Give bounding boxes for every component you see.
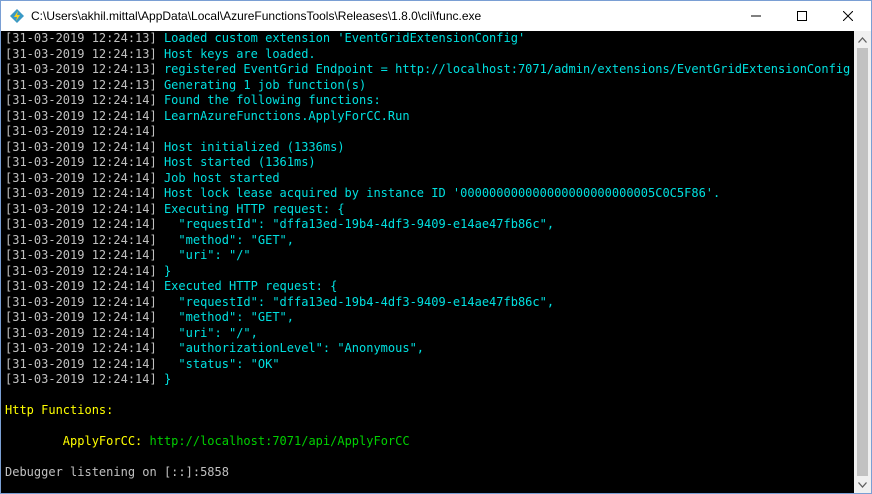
maximize-icon (797, 11, 807, 21)
log-line: [31-03-2019 12:24:14] Host started (1361… (5, 155, 850, 171)
maximize-button[interactable] (779, 1, 825, 31)
log-timestamp: [31-03-2019 12:24:13] (5, 46, 157, 61)
log-message: Loaded custom extension 'EventGridExtens… (156, 31, 526, 45)
log-timestamp: [31-03-2019 12:24:14] (5, 294, 157, 309)
log-line: [31-03-2019 12:24:14] Host initialized (… (5, 140, 850, 156)
log-timestamp: [31-03-2019 12:24:14] (5, 310, 157, 324)
log-message: Host lock lease acquired by instance ID … (156, 186, 721, 200)
scroll-down-button[interactable] (854, 476, 871, 493)
log-timestamp: [31-03-2019 12:24:14] (5, 341, 157, 355)
scrollbar-thumb[interactable] (857, 48, 868, 476)
log-line: [31-03-2019 12:24:14] "authorizationLeve… (5, 341, 850, 357)
log-message: Found the following functions: (156, 93, 381, 107)
function-entry-line: ApplyForCC: http://localhost:7071/api/Ap… (5, 434, 850, 450)
log-line: [31-03-2019 12:24:14] Job host started (5, 171, 850, 187)
log-timestamp: [31-03-2019 12:24:14] (5, 279, 157, 293)
close-button[interactable] (825, 1, 871, 31)
log-line: [31-03-2019 12:24:14] Executed HTTP requ… (5, 279, 850, 295)
log-line: [31-03-2019 12:24:13] Generating 1 job f… (5, 78, 850, 94)
console-window: C:\Users\akhil.mittal\AppData\Local\Azur… (0, 0, 872, 494)
log-message: Executed HTTP request: { (156, 279, 338, 293)
log-line: [31-03-2019 12:24:14] LearnAzureFunction… (5, 109, 850, 125)
log-timestamp: [31-03-2019 12:24:14] (5, 372, 157, 386)
log-message: } (156, 372, 172, 386)
window-controls (733, 1, 871, 31)
scroll-up-button[interactable] (854, 31, 871, 48)
title-bar[interactable]: C:\Users\akhil.mittal\AppData\Local\Azur… (1, 1, 871, 31)
log-timestamp: [31-03-2019 12:24:14] (5, 263, 157, 278)
log-line: [31-03-2019 12:24:14] (5, 124, 850, 140)
log-timestamp: [31-03-2019 12:24:14] (5, 232, 157, 247)
log-message: Host started (1361ms) (156, 155, 316, 169)
log-message: "requestId": "dffa13ed-19b4-4df3-9409-e1… (156, 294, 555, 309)
function-name: ApplyForCC: (5, 434, 143, 448)
log-line: [31-03-2019 12:24:14] Found the followin… (5, 93, 850, 109)
log-line: [31-03-2019 12:24:14] "uri": "/" (5, 248, 850, 264)
log-line: [31-03-2019 12:24:14] "method": "GET", (5, 310, 850, 326)
log-line: [31-03-2019 12:24:14] "status": "OK" (5, 357, 850, 373)
log-timestamp: [31-03-2019 12:24:14] (5, 217, 157, 231)
log-message: Executing HTTP request: { (156, 201, 345, 216)
log-timestamp: [31-03-2019 12:24:14] (5, 248, 157, 262)
log-timestamp: [31-03-2019 12:24:13] (5, 62, 157, 76)
vertical-scrollbar[interactable] (854, 31, 871, 493)
log-lines: [31-03-2019 12:24:13] Loaded custom exte… (5, 31, 850, 481)
http-functions-header-line: Http Functions: (5, 403, 850, 419)
log-timestamp: [31-03-2019 12:24:13] (5, 31, 157, 45)
log-message: "uri": "/" (156, 248, 251, 262)
debugger-line: Debugger listening on [::]:5858 (5, 465, 850, 481)
minimize-icon (751, 15, 761, 17)
log-timestamp: [31-03-2019 12:24:14] (5, 325, 157, 340)
console-output[interactable]: [31-03-2019 12:24:13] Loaded custom exte… (1, 31, 854, 493)
window-title: C:\Users\akhil.mittal\AppData\Local\Azur… (31, 9, 482, 23)
log-line: [31-03-2019 12:24:14] "requestId": "dffa… (5, 217, 850, 233)
log-timestamp: [31-03-2019 12:24:14] (5, 170, 157, 185)
azure-functions-icon (9, 8, 25, 24)
log-message: "method": "GET", (156, 232, 294, 247)
log-message: Host initialized (1336ms) (156, 139, 345, 154)
log-line: [31-03-2019 12:24:14] "method": "GET", (5, 233, 850, 249)
log-line: [31-03-2019 12:24:13] Loaded custom exte… (5, 31, 850, 47)
log-timestamp: [31-03-2019 12:24:14] (5, 139, 157, 154)
log-timestamp: [31-03-2019 12:24:14] (5, 356, 157, 371)
log-line: [31-03-2019 12:24:14] Executing HTTP req… (5, 202, 850, 218)
log-timestamp: [31-03-2019 12:24:14] (5, 124, 157, 138)
log-message: LearnAzureFunctions.ApplyForCC.Run (156, 108, 410, 123)
chevron-down-icon (858, 481, 867, 488)
log-line: [31-03-2019 12:24:14] } (5, 264, 850, 280)
function-url: http://localhost:7071/api/ApplyForCC (142, 434, 410, 448)
log-message: "requestId": "dffa13ed-19b4-4df3-9409-e1… (156, 217, 555, 231)
log-line: [31-03-2019 12:24:14] "requestId": "dffa… (5, 295, 850, 311)
log-line: [31-03-2019 12:24:13] Host keys are load… (5, 47, 850, 63)
http-functions-header: Http Functions: (5, 403, 114, 417)
chevron-up-icon (858, 36, 867, 43)
log-message: "authorizationLevel": "Anonymous", (156, 341, 425, 355)
log-message: } (156, 263, 172, 278)
minimize-button[interactable] (733, 1, 779, 31)
log-timestamp: [31-03-2019 12:24:14] (5, 93, 157, 107)
log-message: "status": "OK" (156, 356, 280, 371)
log-message: Generating 1 job function(s) (156, 77, 367, 92)
log-message: "uri": "/", (156, 325, 258, 340)
log-timestamp: [31-03-2019 12:24:13] (5, 77, 157, 92)
log-timestamp: [31-03-2019 12:24:14] (5, 155, 157, 169)
log-message: Job host started (156, 170, 280, 185)
log-line: [31-03-2019 12:24:14] Host lock lease ac… (5, 186, 850, 202)
log-timestamp: [31-03-2019 12:24:14] (5, 186, 157, 200)
log-line: [31-03-2019 12:24:13] registered EventGr… (5, 62, 850, 78)
log-line: [31-03-2019 12:24:14] } (5, 372, 850, 388)
log-line: [31-03-2019 12:24:14] "uri": "/", (5, 326, 850, 342)
log-message: registered EventGrid Endpoint = http://l… (156, 62, 851, 76)
log-message: Host keys are loaded. (156, 46, 316, 61)
log-timestamp: [31-03-2019 12:24:14] (5, 201, 157, 216)
log-message: "method": "GET", (156, 310, 294, 324)
log-timestamp: [31-03-2019 12:24:14] (5, 108, 157, 123)
close-icon (843, 11, 853, 21)
debugger-status: Debugger listening on [::]:5858 (5, 465, 229, 479)
